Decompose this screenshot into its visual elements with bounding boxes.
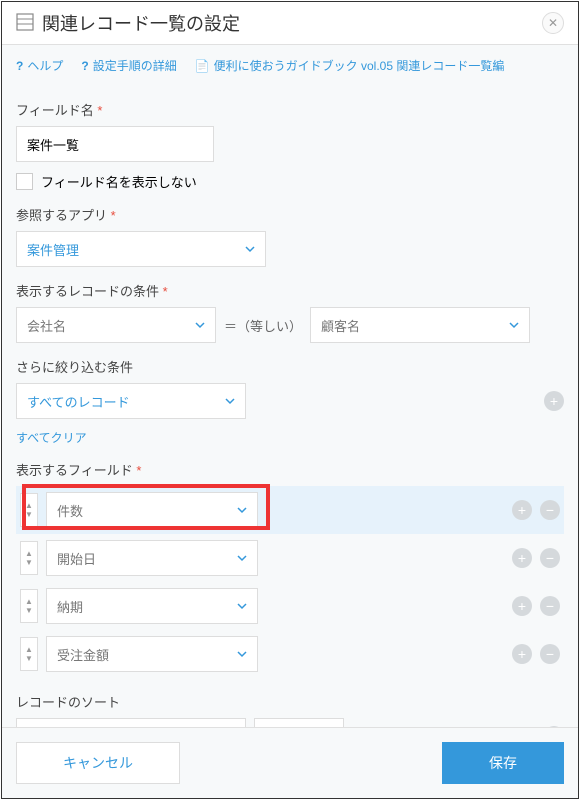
chevron-down-icon — [225, 396, 235, 406]
cond-right-select[interactable]: 顧客名 — [310, 307, 530, 343]
help-icon: ? — [81, 59, 88, 73]
minus-icon: − — [546, 598, 554, 614]
field-name-label: フィールド名 * — [16, 100, 564, 119]
remove-field-button[interactable]: − — [540, 548, 560, 568]
drag-handle[interactable]: ▲▼ — [20, 493, 38, 527]
display-field-row: ▲▼ 開始日 + − — [16, 534, 564, 582]
narrow-cond-label: さらに絞り込む条件 — [16, 357, 564, 376]
display-fields-label: 表示するフィールド * — [16, 460, 564, 479]
chevron-down-icon — [237, 649, 247, 659]
hide-fieldname-checkbox[interactable] — [16, 173, 33, 190]
add-field-button[interactable]: + — [512, 644, 532, 664]
plus-icon: + — [518, 646, 526, 662]
records-icon — [16, 13, 34, 34]
remove-field-button[interactable]: − — [540, 644, 560, 664]
detail-link[interactable]: ?設定手順の詳細 — [81, 57, 176, 74]
save-button[interactable]: 保存 — [442, 742, 564, 784]
chevron-down-icon — [509, 320, 519, 330]
modal-header: 関連レコード一覧の設定 ✕ — [2, 2, 578, 45]
display-field-select[interactable]: 受注金額 — [46, 636, 258, 672]
minus-icon: − — [546, 502, 554, 518]
close-button[interactable]: ✕ — [542, 12, 564, 34]
display-field-select[interactable]: 件数 — [46, 492, 258, 528]
modal-footer: キャンセル 保存 — [2, 727, 578, 798]
sort-label: レコードのソート — [16, 692, 564, 711]
modal-title: 関連レコード一覧の設定 — [42, 10, 534, 36]
ref-app-label: 参照するアプリ * — [16, 205, 564, 224]
plus-icon: + — [518, 502, 526, 518]
add-field-button[interactable]: + — [512, 500, 532, 520]
chevron-down-icon — [195, 320, 205, 330]
sort-order-select[interactable]: 降順 — [254, 718, 344, 727]
help-link[interactable]: ?ヘルプ — [16, 57, 63, 74]
display-field-select[interactable]: 開始日 — [46, 540, 258, 576]
drag-handle[interactable]: ▲▼ — [20, 541, 38, 575]
cond-left-select[interactable]: 会社名 — [16, 307, 216, 343]
display-field-row: ▲▼ 納期 + − — [16, 582, 564, 630]
document-icon: 📄 — [195, 59, 210, 73]
display-field-row: ▲▼ 件数 + − — [16, 486, 564, 534]
minus-icon: − — [546, 550, 554, 566]
clear-all-link[interactable]: すべてクリア — [16, 429, 87, 446]
field-name-input[interactable] — [16, 126, 214, 162]
close-icon: ✕ — [548, 16, 558, 30]
cancel-button[interactable]: キャンセル — [16, 742, 180, 784]
chevron-down-icon — [245, 244, 255, 254]
chevron-down-icon — [237, 601, 247, 611]
remove-field-button[interactable]: − — [540, 500, 560, 520]
sort-field-select[interactable]: レコード番号 — [16, 718, 246, 727]
guidebook-link[interactable]: 📄便利に使おうガイドブック vol.05 関連レコード一覧編 — [195, 57, 505, 74]
add-field-button[interactable]: + — [512, 548, 532, 568]
equals-operator: ＝（等しい） — [224, 316, 302, 335]
hide-fieldname-label: フィールド名を表示しない — [41, 172, 197, 191]
display-field-select[interactable]: 納期 — [46, 588, 258, 624]
settings-modal: 関連レコード一覧の設定 ✕ ?ヘルプ ?設定手順の詳細 📄便利に使おうガイドブッ… — [1, 1, 579, 799]
minus-icon: − — [546, 646, 554, 662]
add-cond-button[interactable]: + — [544, 391, 564, 411]
display-field-row: ▲▼ 受注金額 + − — [16, 630, 564, 678]
display-cond-label: 表示するレコードの条件 * — [16, 281, 564, 300]
chevron-down-icon — [237, 553, 247, 563]
narrow-cond-select[interactable]: すべてのレコード — [16, 383, 246, 419]
help-links-row: ?ヘルプ ?設定手順の詳細 📄便利に使おうガイドブック vol.05 関連レコー… — [2, 45, 578, 80]
plus-icon: + — [518, 598, 526, 614]
remove-field-button[interactable]: − — [540, 596, 560, 616]
plus-icon: + — [518, 550, 526, 566]
help-icon: ? — [16, 59, 23, 73]
drag-handle[interactable]: ▲▼ — [20, 589, 38, 623]
plus-icon: + — [550, 393, 558, 409]
modal-body: フィールド名 * フィールド名を表示しない 参照するアプリ * 案件管理 表示す… — [2, 80, 578, 727]
drag-handle[interactable]: ▲▼ — [20, 637, 38, 671]
add-field-button[interactable]: + — [512, 596, 532, 616]
chevron-down-icon — [237, 505, 247, 515]
ref-app-select[interactable]: 案件管理 — [16, 231, 266, 267]
